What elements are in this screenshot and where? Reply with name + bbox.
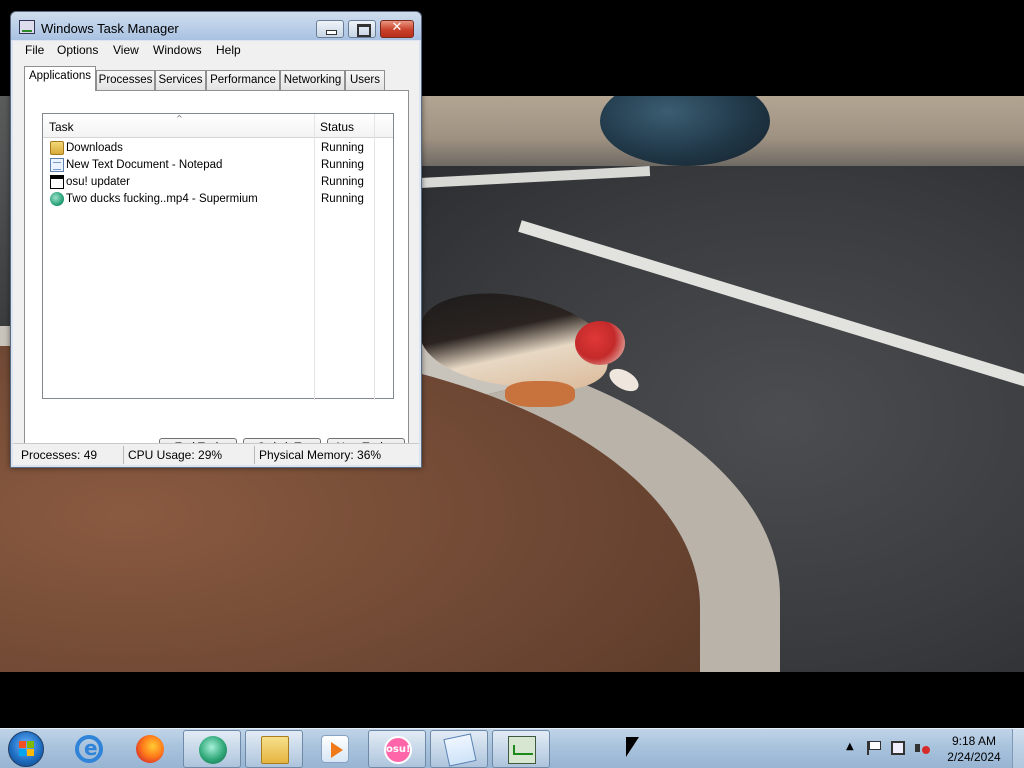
taskbar-supermium[interactable] [183, 730, 241, 768]
osu-icon: osu! [384, 736, 412, 764]
task-name: osu! updater [66, 176, 130, 188]
menu-bar: File Options View Windows Help [13, 41, 419, 60]
notepad-icon [443, 733, 477, 767]
tab-performance[interactable]: Performance [206, 70, 280, 90]
list-item[interactable]: osu! updater Running [47, 175, 391, 192]
close-button[interactable]: ✕ [380, 20, 414, 38]
internet-explorer-icon [75, 735, 103, 763]
minimize-button[interactable] [316, 20, 344, 38]
mouse-pointer-icon [626, 737, 639, 757]
task-status: Running [321, 159, 364, 171]
task-status: Running [321, 176, 364, 188]
window-body: Applications Processes Services Performa… [13, 60, 419, 460]
taskbar-task-manager[interactable] [492, 730, 550, 768]
task-name: New Text Document - Notepad [66, 159, 223, 171]
windows-explorer-icon [261, 736, 289, 764]
notepad-icon [50, 158, 64, 172]
taskbar-osu[interactable]: osu! [368, 730, 426, 768]
column-task[interactable]: Task [49, 120, 74, 134]
duck-feet [505, 381, 575, 407]
sort-indicator-icon: ^ [176, 114, 183, 123]
tab-applications[interactable]: Applications [24, 66, 96, 91]
windows-media-player-icon [321, 735, 349, 763]
show-desktop-button[interactable] [1012, 729, 1024, 768]
duck-head [575, 321, 625, 365]
column-status[interactable]: Status [320, 120, 354, 134]
window-title: Windows Task Manager [41, 21, 179, 36]
task-manager-icon [19, 20, 35, 34]
taskbar-firefox[interactable] [121, 730, 179, 768]
menu-help[interactable]: Help [216, 43, 241, 57]
taskbar-notepad[interactable] [430, 730, 488, 768]
taskbar-internet-explorer[interactable] [60, 730, 118, 768]
task-name: Two ducks fucking..mp4 - Supermium [66, 193, 258, 205]
task-name: Downloads [66, 142, 123, 154]
tab-users[interactable]: Users [345, 70, 385, 90]
tab-processes[interactable]: Processes [96, 70, 155, 90]
supermium-icon [199, 736, 227, 764]
clock-date[interactable]: 2/24/2024 [939, 750, 1009, 764]
task-list[interactable]: ^ Task Status Downloads Running New Text… [42, 113, 394, 400]
menu-file[interactable]: File [25, 43, 44, 57]
show-hidden-icons-icon[interactable]: ▲ [846, 741, 854, 755]
list-item[interactable]: New Text Document - Notepad Running [47, 158, 391, 175]
taskbar-windows-media-player[interactable] [306, 730, 364, 768]
network-icon[interactable] [891, 741, 905, 755]
status-bar: Processes: 49 CPU Usage: 29% Physical Me… [13, 443, 419, 465]
tab-services[interactable]: Services [155, 70, 206, 90]
close-icon: ✕ [391, 20, 403, 35]
status-divider [123, 446, 124, 464]
physical-memory: Physical Memory: 36% [259, 448, 382, 462]
task-manager-window: Windows Task Manager ✕ File Options View… [10, 11, 422, 468]
folder-icon [50, 141, 64, 155]
menu-options[interactable]: Options [57, 43, 98, 57]
cpu-usage: CPU Usage: 29% [128, 448, 223, 462]
taskbar: osu! ▲ 9:18 AM 2/24/2024 [0, 728, 1024, 768]
task-status: Running [321, 142, 364, 154]
title-bar[interactable]: Windows Task Manager ✕ [11, 12, 421, 40]
notification-area: ▲ 9:18 AM 2/24/2024 [843, 729, 1024, 768]
maximize-button[interactable] [348, 20, 376, 38]
menu-view[interactable]: View [113, 43, 139, 57]
start-button[interactable] [8, 731, 44, 767]
task-manager-icon [508, 736, 536, 764]
processes-count: Processes: 49 [21, 448, 98, 462]
window-icon [50, 175, 64, 189]
clock-time[interactable]: 9:18 AM [939, 734, 1009, 748]
action-center-flag-icon[interactable] [867, 741, 881, 755]
task-status: Running [321, 193, 364, 205]
list-header: ^ Task Status [43, 114, 393, 400]
taskbar-windows-explorer[interactable] [245, 730, 303, 768]
supermium-icon [50, 192, 64, 206]
list-item[interactable]: Two ducks fucking..mp4 - Supermium Runni… [47, 192, 391, 209]
menu-windows[interactable]: Windows [153, 43, 202, 57]
status-divider [254, 446, 255, 464]
applications-panel: ^ Task Status Downloads Running New Text… [24, 90, 409, 460]
volume-muted-icon[interactable] [915, 741, 930, 755]
tab-networking[interactable]: Networking [280, 70, 345, 90]
firefox-icon [136, 735, 164, 763]
list-item[interactable]: Downloads Running [47, 141, 391, 158]
